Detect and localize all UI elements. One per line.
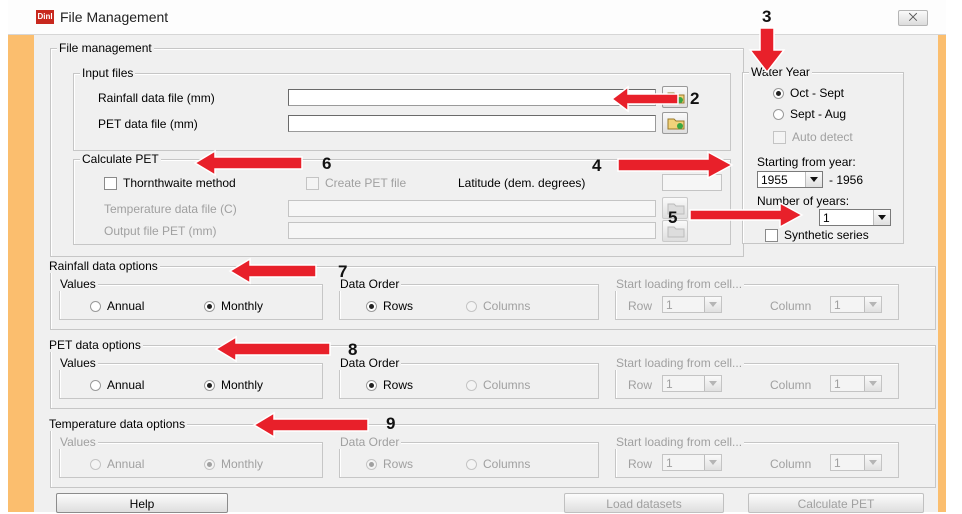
annotation-9: 9 xyxy=(386,414,396,433)
annotation-4: 4 xyxy=(592,156,602,175)
annotation-overlay xyxy=(193,27,804,439)
annotation-5: 5 xyxy=(668,208,678,227)
annotation-7: 7 xyxy=(338,262,348,281)
arrow-left-icon xyxy=(214,335,331,363)
arrow-left-icon xyxy=(193,149,303,177)
annotation-3: 3 xyxy=(762,7,772,26)
annotation-6: 6 xyxy=(322,154,332,173)
arrow-left-icon xyxy=(252,411,369,439)
arrow-down-icon xyxy=(748,27,786,74)
arrow-right-icon xyxy=(617,150,734,180)
arrow-left-icon xyxy=(228,257,317,285)
arrow-right-icon xyxy=(689,201,804,229)
arrow-left-icon xyxy=(610,85,679,113)
annotation-8: 8 xyxy=(348,340,358,359)
annotation-2: 2 xyxy=(690,89,700,108)
